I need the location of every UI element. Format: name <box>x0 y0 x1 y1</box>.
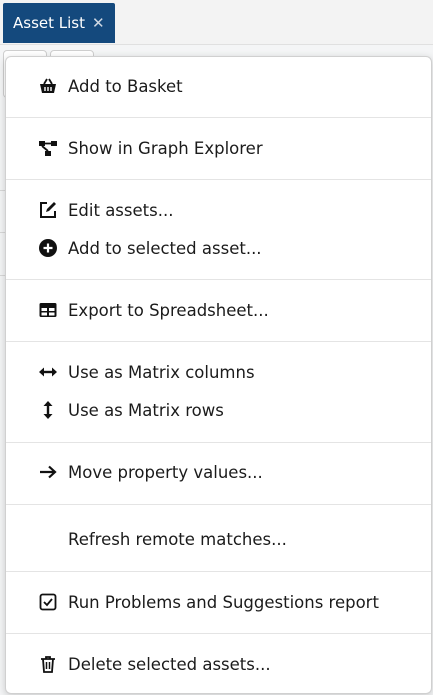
menu-separator <box>6 504 431 505</box>
graph-icon <box>37 137 59 159</box>
menu-item-add-to-basket[interactable]: Add to Basket <box>6 69 431 103</box>
menu-item-label: Export to Spreadsheet... <box>68 300 269 320</box>
menu-item-run-problems-report[interactable]: Run Problems and Suggestions report <box>6 585 431 619</box>
menu-item-use-as-matrix-rows[interactable]: Use as Matrix rows <box>6 393 431 427</box>
menu-item-move-property-values[interactable]: Move property values... <box>6 455 431 489</box>
menu-item-label: Refresh remote matches... <box>68 529 287 549</box>
menu-item-label: Use as Matrix rows <box>68 400 224 420</box>
menu-item-label: Use as Matrix columns <box>68 362 255 382</box>
checkbox-icon <box>37 591 59 613</box>
plus-circle-icon <box>37 237 59 259</box>
arrows-vertical-icon <box>37 399 59 421</box>
menu-separator <box>6 571 431 572</box>
trash-icon <box>37 653 59 675</box>
menu-item-delete-selected-assets[interactable]: Delete selected assets... <box>6 647 431 681</box>
tab-bar: Asset List ✕ <box>0 0 433 45</box>
close-icon[interactable]: ✕ <box>92 14 105 32</box>
menu-item-label: Run Problems and Suggestions report <box>68 592 379 612</box>
menu-item-label: Add to selected asset... <box>68 238 262 258</box>
menu-separator <box>6 633 431 634</box>
menu-separator <box>6 341 431 342</box>
table-icon <box>37 299 59 321</box>
arrow-right-icon <box>37 461 59 483</box>
menu-item-label: Show in Graph Explorer <box>68 138 263 158</box>
menu-item-add-to-selected-asset[interactable]: Add to selected asset... <box>6 231 431 265</box>
menu-separator <box>6 117 431 118</box>
menu-item-export-to-spreadsheet[interactable]: Export to Spreadsheet... <box>6 293 431 327</box>
menu-item-use-as-matrix-columns[interactable]: Use as Matrix columns <box>6 355 431 389</box>
menu-item-edit-assets[interactable]: Edit assets... <box>6 193 431 227</box>
menu-separator <box>6 279 431 280</box>
menu-item-refresh-remote-matches[interactable]: Refresh remote matches... <box>6 522 431 556</box>
tab-title: Asset List <box>13 14 85 32</box>
menu-item-label: Delete selected assets... <box>68 654 271 674</box>
menu-item-label: Add to Basket <box>68 76 183 96</box>
context-menu: Add to Basket Show in Graph Explorer Edi… <box>5 56 432 694</box>
edit-icon <box>37 199 59 221</box>
menu-item-label: Move property values... <box>68 462 263 482</box>
menu-separator <box>6 179 431 180</box>
menu-item-label: Edit assets... <box>68 200 174 220</box>
basket-icon <box>37 75 59 97</box>
menu-item-show-in-graph-explorer[interactable]: Show in Graph Explorer <box>6 131 431 165</box>
arrows-horizontal-icon <box>37 361 59 383</box>
tab-asset-list[interactable]: Asset List ✕ <box>3 3 115 43</box>
menu-separator <box>6 442 431 443</box>
